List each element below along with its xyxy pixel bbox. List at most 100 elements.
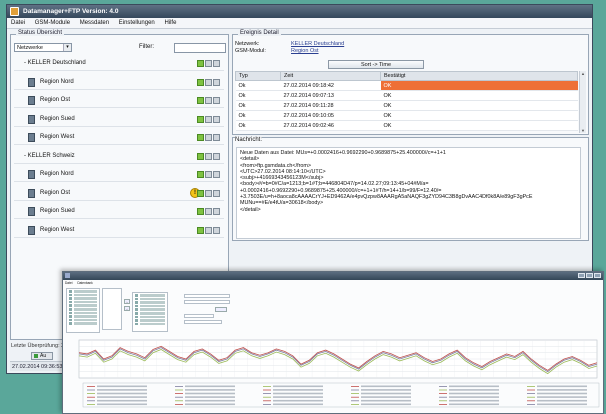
menu-messdaten[interactable]: Messdaten xyxy=(76,18,113,29)
network-row[interactable]: Region Sued xyxy=(14,113,224,127)
status-lights xyxy=(196,189,220,199)
message-text[interactable]: Neue Daten aus Datei: MUs=+0.0002416+0.9… xyxy=(236,147,581,239)
network-row[interactable]: - KELLER Deutschland xyxy=(14,57,224,71)
menu-datei[interactable]: Datei xyxy=(7,18,29,29)
network-row-label: Region West xyxy=(40,226,75,233)
event-row[interactable]: Ok 27.02.2014 09:11:28 OK xyxy=(235,100,578,111)
event-cell: 27.02.2014 09:18:42 xyxy=(280,80,381,91)
filter-input[interactable] xyxy=(174,43,226,53)
legend-swatch xyxy=(439,389,447,391)
minimize-button[interactable] xyxy=(578,273,585,278)
chart-menu-datei[interactable]: Datei xyxy=(63,280,74,286)
channel-list[interactable] xyxy=(102,288,122,330)
status-off-light xyxy=(205,78,212,86)
legend-entry xyxy=(537,396,587,398)
network-row[interactable]: Region West xyxy=(14,131,224,145)
legend-swatch xyxy=(87,404,95,405)
legend-entry xyxy=(185,396,235,398)
status-lights xyxy=(196,171,220,180)
legend-swatch xyxy=(527,393,535,394)
filter-label: Filter: xyxy=(139,44,154,50)
chevron-down-icon[interactable]: ▾ xyxy=(63,44,71,51)
network-row-label: Region Nord xyxy=(40,78,74,85)
menu-gsm-module[interactable]: GSM-Module xyxy=(31,18,74,29)
remove-arrow-button[interactable]: ‹ xyxy=(124,306,130,311)
legend-entry xyxy=(361,403,411,406)
network-row[interactable]: Region Sued xyxy=(14,205,224,219)
legend-swatch xyxy=(527,404,535,405)
event-row[interactable]: Ok 27.02.2014 09:02:46 OK xyxy=(235,120,578,131)
event-cell: 27.02.2014 09:10:05 xyxy=(280,110,381,121)
network-label: Netzwerk: xyxy=(235,41,260,47)
legend-swatch xyxy=(351,393,359,394)
legend-entry xyxy=(273,392,323,395)
network-row-label: Region Sued xyxy=(40,208,75,214)
status-ok-light xyxy=(197,97,204,104)
network-row[interactable]: Region Nord xyxy=(14,76,224,90)
event-cell: Ok xyxy=(235,90,281,101)
sort-button[interactable]: Sort -> Time xyxy=(328,60,424,69)
network-link[interactable]: KELLER Deutschland xyxy=(291,41,344,47)
status-ok-light xyxy=(197,152,204,160)
auto-button[interactable]: Au xyxy=(31,352,53,360)
date-from-field[interactable] xyxy=(184,294,230,298)
legend-swatch xyxy=(175,404,183,405)
add-arrow-button[interactable]: › xyxy=(124,299,130,304)
network-row[interactable]: Region Ost xyxy=(14,94,224,108)
legend-swatch xyxy=(263,404,271,405)
network-row[interactable]: - KELLER Schweiz xyxy=(14,150,224,164)
col-bestaetigt[interactable]: Bestätigt xyxy=(380,71,578,81)
load-button[interactable] xyxy=(215,307,227,312)
maximize-button[interactable] xyxy=(586,273,593,278)
legend-swatch xyxy=(87,386,95,387)
legend-swatch xyxy=(351,396,359,398)
status-lights xyxy=(196,152,220,162)
event-table-scrollbar[interactable] xyxy=(579,71,586,133)
menu-hilfe[interactable]: Hilfe xyxy=(160,18,180,29)
event-row[interactable]: Ok 27.02.2014 09:18:42 OK xyxy=(235,80,578,91)
legend-swatch xyxy=(527,386,535,387)
event-row[interactable]: Ok 27.02.2014 09:10:05 OK xyxy=(235,110,578,121)
status-off-light xyxy=(205,208,212,215)
close-button[interactable] xyxy=(594,273,601,278)
legend-swatch xyxy=(263,393,271,394)
option-field[interactable] xyxy=(184,314,214,318)
legend-entry xyxy=(361,389,411,391)
legend-swatch xyxy=(175,400,183,402)
legend-swatch xyxy=(527,400,535,402)
col-zeit[interactable]: Zeit xyxy=(280,71,381,81)
network-tree: - KELLER Deutschland Region Nord Region Os… xyxy=(14,57,224,242)
legend-box xyxy=(82,382,600,408)
gsm-module-icon xyxy=(28,207,35,216)
chart-menu-datenbank[interactable]: Datenbank xyxy=(75,280,94,286)
legend-entry xyxy=(273,403,323,406)
network-row[interactable]: Region Ost! xyxy=(14,187,224,201)
selected-channel-list[interactable] xyxy=(132,292,168,332)
network-select[interactable]: Netzwerke ▾ xyxy=(14,43,72,52)
datetime-status: 27.02.2014 09:36:53 xyxy=(10,361,70,371)
gsm-module-link[interactable]: Region Ost xyxy=(291,48,319,54)
col-typ[interactable]: Typ xyxy=(235,71,281,81)
legend-entry xyxy=(449,392,499,395)
gsm-module-icon xyxy=(28,188,35,198)
legend-swatch xyxy=(527,396,535,398)
network-row-label: Region Ost xyxy=(40,97,71,103)
status-off-light xyxy=(205,97,212,104)
network-row[interactable]: Region Nord xyxy=(14,168,224,182)
date-to-field[interactable] xyxy=(184,300,230,304)
legend-entry xyxy=(185,392,235,395)
network-row[interactable]: Region West xyxy=(14,224,224,238)
status-off-light xyxy=(205,115,212,123)
checkbox-option[interactable] xyxy=(184,320,222,324)
channel-tree[interactable] xyxy=(66,288,100,333)
legend-entry xyxy=(537,385,587,388)
gsm-module-icon xyxy=(28,225,35,235)
event-cell: OK xyxy=(380,100,578,111)
event-detail-panel: Ereignis Detail Netzwerk: KELLER Deutsch… xyxy=(232,30,589,135)
event-row[interactable]: Ok 27.02.2014 09:07:13 OK xyxy=(235,90,578,101)
legend-entry xyxy=(185,385,235,388)
legend-entry xyxy=(361,392,411,395)
menu-einstellungen[interactable]: Einstellungen xyxy=(115,18,159,29)
legend-entry xyxy=(97,392,147,395)
status-lights xyxy=(196,78,220,88)
